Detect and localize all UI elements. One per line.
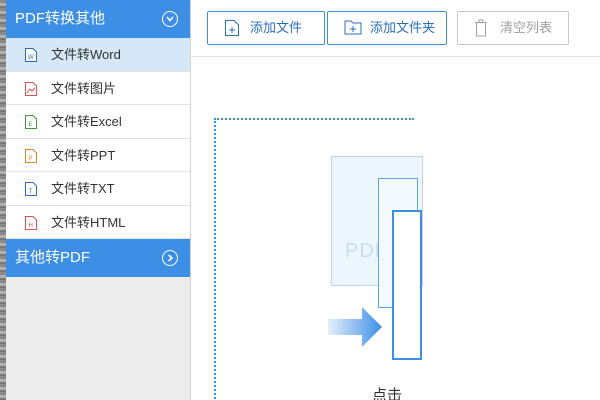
txt-file-icon: T xyxy=(25,182,37,196)
sidebar: PDF转换其他 W 文件转Word 文件转图片 E 文件转Excel P 文件转… xyxy=(6,0,191,400)
sidebar-item-label: 文件转Word xyxy=(51,47,121,62)
arrow-right-icon xyxy=(328,307,382,347)
svg-text:E: E xyxy=(29,122,33,128)
sidebar-item-label: 文件转HTML xyxy=(51,214,126,230)
add-folder-icon xyxy=(344,20,362,35)
drop-zone-hint: 点击 xyxy=(372,387,403,400)
add-file-icon xyxy=(225,20,239,36)
sidebar-item-label: 文件转Excel xyxy=(51,114,122,129)
svg-text:T: T xyxy=(29,189,33,195)
sidebar-item-label: 文件转PPT xyxy=(51,147,116,163)
excel-file-icon: E xyxy=(25,115,37,129)
add-folder-button[interactable]: 添加文件夹 xyxy=(327,11,447,45)
html-file-icon: H xyxy=(25,215,37,230)
sidebar-item-label: 文件转图片 xyxy=(51,80,117,96)
add-file-label: 添加文件 xyxy=(250,20,303,35)
section-pdf-to-other[interactable]: PDF转换其他 xyxy=(6,0,190,38)
sidebar-item-to-word[interactable]: W 文件转Word xyxy=(6,38,190,72)
sidebar-item-to-image[interactable]: 文件转图片 xyxy=(6,71,190,105)
svg-text:P: P xyxy=(29,156,33,162)
sidebar-item-to-excel[interactable]: E 文件转Excel xyxy=(6,105,190,139)
chevron-down-icon[interactable] xyxy=(162,11,178,27)
add-file-button[interactable]: 添加文件 xyxy=(207,11,325,45)
word-file-icon: W xyxy=(25,48,37,62)
toolbar: 添加文件 添加文件夹 清空列表 xyxy=(191,0,600,57)
sidebar-item-to-ppt[interactable]: P 文件转PPT xyxy=(6,138,190,172)
ppt-file-icon: P xyxy=(25,148,37,163)
converted-file-illustration-front xyxy=(392,210,422,360)
section-pdf-to-other-title: PDF转换其他 xyxy=(15,10,106,27)
sidebar-item-to-html[interactable]: H 文件转HTML xyxy=(6,205,190,239)
conversion-menu: W 文件转Word 文件转图片 E 文件转Excel P 文件转PPT T 文件… xyxy=(6,38,190,239)
chevron-right-icon[interactable] xyxy=(162,250,178,266)
image-file-icon xyxy=(25,81,37,96)
sidebar-item-to-txt[interactable]: T 文件转TXT xyxy=(6,172,190,206)
clear-list-label: 清空列表 xyxy=(500,20,553,35)
clear-list-button[interactable]: 清空列表 xyxy=(457,11,569,45)
svg-text:W: W xyxy=(28,55,34,61)
svg-text:H: H xyxy=(29,223,33,229)
section-other-to-pdf-title: 其他转PDF xyxy=(15,249,91,266)
trash-icon xyxy=(475,19,487,37)
section-other-to-pdf[interactable]: 其他转PDF xyxy=(6,239,190,277)
sidebar-item-label: 文件转TXT xyxy=(51,181,115,196)
add-folder-label: 添加文件夹 xyxy=(370,20,436,35)
